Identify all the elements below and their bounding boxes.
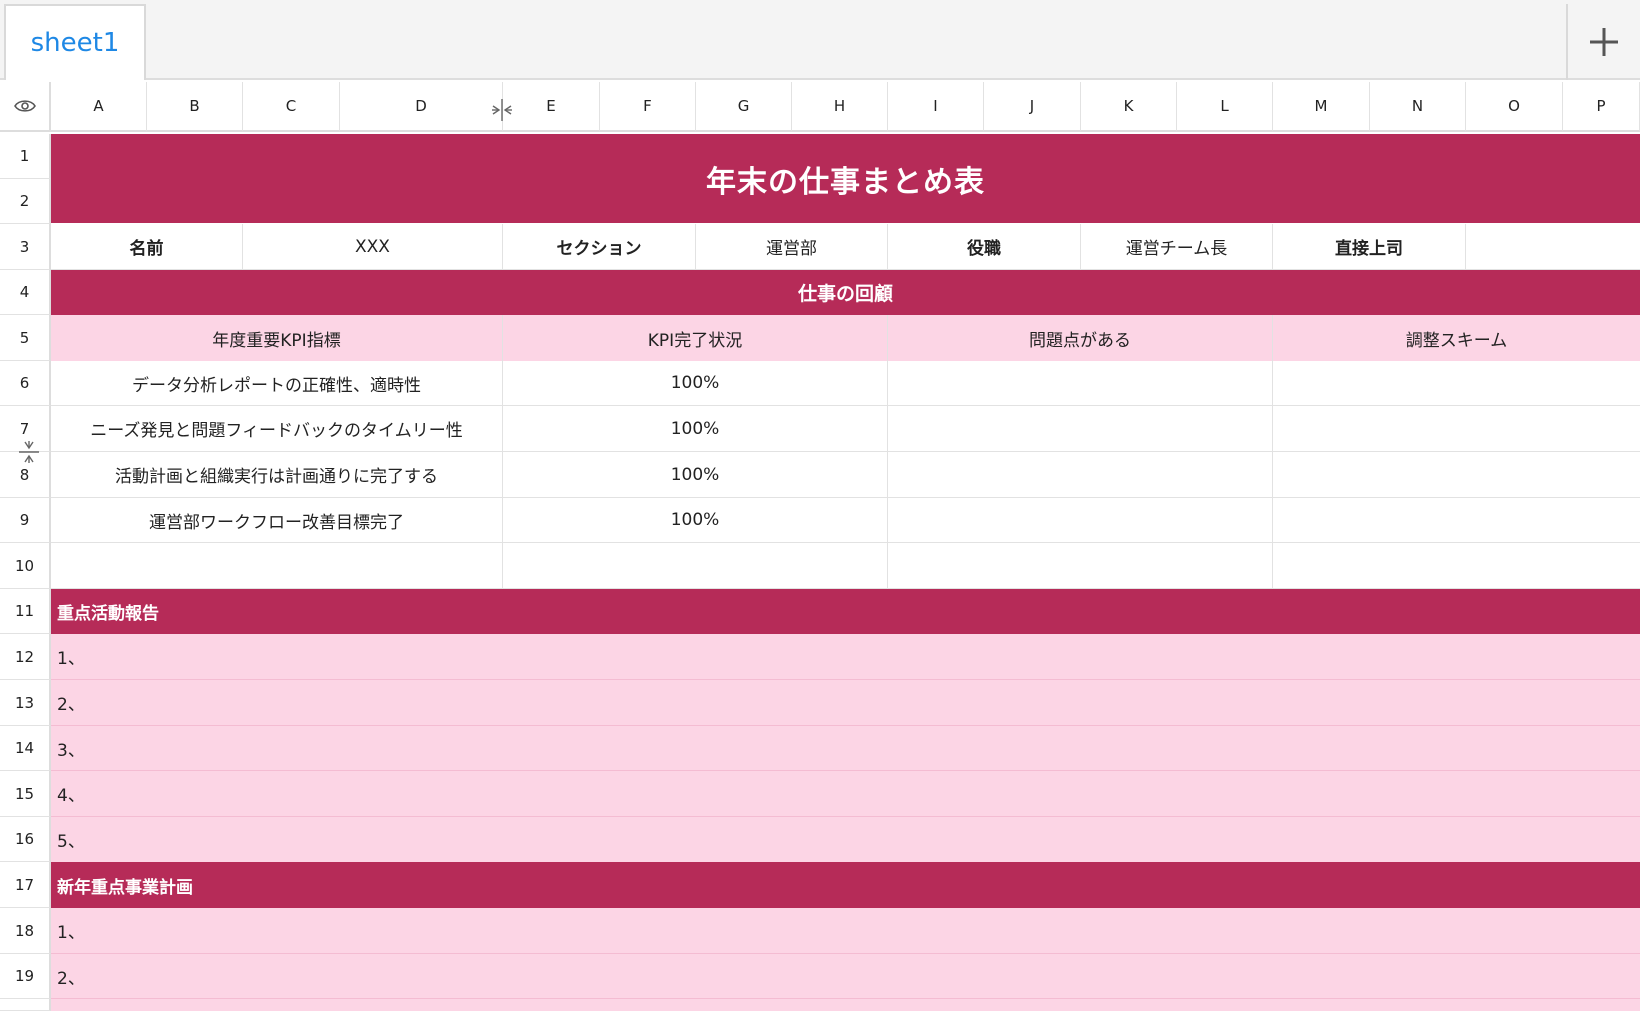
adjustment-cell[interactable] xyxy=(1273,361,1640,406)
activity-item[interactable]: 4、 xyxy=(51,771,1640,817)
kpi-cell[interactable]: ニーズ発見と問題フィードバックのタイムリー性 xyxy=(51,406,503,452)
plan-item[interactable]: 1、 xyxy=(51,908,1640,954)
boss-value-cell[interactable] xyxy=(1466,224,1640,270)
row-header-10[interactable]: 10 xyxy=(0,543,51,589)
kpi-status-cell[interactable]: 100% xyxy=(503,452,888,498)
row-header-18[interactable]: 18 xyxy=(0,908,51,954)
row-header-20[interactable] xyxy=(0,999,51,1011)
column-header-e[interactable]: E xyxy=(503,82,600,132)
column-header-o[interactable]: O xyxy=(1466,82,1563,132)
activity-item[interactable]: 2、 xyxy=(51,680,1640,726)
name-label-cell[interactable]: 名前 xyxy=(51,224,243,270)
issues-cell[interactable] xyxy=(888,498,1273,543)
adjustment-header-cell[interactable]: 調整スキーム xyxy=(1273,315,1640,361)
tab-sheet1[interactable]: sheet1 xyxy=(4,4,146,80)
row-header-15[interactable]: 15 xyxy=(0,771,51,817)
adjustment-cell[interactable] xyxy=(1273,406,1640,452)
kpi-cell[interactable]: 運営部ワークフロー改善目標完了 xyxy=(51,498,503,543)
position-value-cell[interactable]: 運営チーム長 xyxy=(1081,224,1273,270)
column-header-d[interactable]: D xyxy=(340,82,503,132)
column-header-k[interactable]: K xyxy=(1081,82,1177,132)
row-header-2[interactable]: 2 xyxy=(0,179,51,224)
name-value-cell[interactable]: XXX xyxy=(243,224,503,270)
row-header-12[interactable]: 12 xyxy=(0,634,51,680)
activity-item[interactable]: 3、 xyxy=(51,726,1640,771)
kpi-status-header-cell[interactable]: KPI完了状況 xyxy=(503,315,888,361)
column-header-h[interactable]: H xyxy=(792,82,888,132)
plus-icon xyxy=(1590,28,1618,56)
section-value-cell[interactable]: 運営部 xyxy=(696,224,888,270)
position-label-cell[interactable]: 役職 xyxy=(888,224,1081,270)
row-header-9[interactable]: 9 xyxy=(0,498,51,543)
adjustment-cell[interactable] xyxy=(1273,498,1640,543)
row-resize-icon[interactable] xyxy=(18,440,40,464)
activity-report-header[interactable]: 重点活動報告 xyxy=(51,589,1640,634)
plan-item-partial[interactable] xyxy=(51,999,1640,1011)
row-header-13[interactable]: 13 xyxy=(0,680,51,726)
column-header-c[interactable]: C xyxy=(243,82,340,132)
row-header-3[interactable]: 3 xyxy=(0,224,51,270)
new-year-plan-header[interactable]: 新年重点事業計画 xyxy=(51,862,1640,908)
column-header-m[interactable]: M xyxy=(1273,82,1370,132)
sheet-title[interactable]: 年末の仕事まとめ表 xyxy=(51,134,1640,224)
column-header-n[interactable]: N xyxy=(1370,82,1466,132)
row-header-4[interactable]: 4 xyxy=(0,270,51,315)
sheet-tab-bar xyxy=(0,0,1640,80)
kpi-status-cell[interactable]: 100% xyxy=(503,498,888,543)
issues-header-cell[interactable]: 問題点がある xyxy=(888,315,1273,361)
row-header-19[interactable]: 19 xyxy=(0,954,51,999)
activity-item[interactable]: 5、 xyxy=(51,817,1640,862)
row-header-1[interactable]: 1 xyxy=(0,134,51,179)
column-header-p[interactable]: P xyxy=(1563,82,1640,132)
review-section-header[interactable]: 仕事の回顧 xyxy=(51,270,1640,315)
kpi-status-cell[interactable]: 100% xyxy=(503,406,888,452)
kpi-cell[interactable]: 活動計画と組織実行は計画通りに完了する xyxy=(51,452,503,498)
row-header-16[interactable]: 16 xyxy=(0,817,51,862)
issues-cell[interactable] xyxy=(888,452,1273,498)
kpi-cell[interactable]: データ分析レポートの正確性、適時性 xyxy=(51,361,503,406)
issues-cell[interactable] xyxy=(888,406,1273,452)
kpi-status-cell[interactable] xyxy=(503,543,888,589)
plan-item[interactable]: 2、 xyxy=(51,954,1640,999)
section-label-cell[interactable]: セクション xyxy=(503,224,696,270)
boss-label-cell[interactable]: 直接上司 xyxy=(1273,224,1466,270)
kpi-header-cell[interactable]: 年度重要KPI指標 xyxy=(51,315,503,361)
kpi-status-cell[interactable]: 100% xyxy=(503,361,888,406)
column-header-i[interactable]: I xyxy=(888,82,984,132)
eye-icon xyxy=(13,100,36,112)
adjustment-cell[interactable] xyxy=(1273,452,1640,498)
issues-cell[interactable] xyxy=(888,543,1273,589)
column-header-b[interactable]: B xyxy=(147,82,243,132)
column-header-l[interactable]: L xyxy=(1177,82,1273,132)
row-header-5[interactable]: 5 xyxy=(0,315,51,361)
kpi-cell[interactable] xyxy=(51,543,503,589)
column-header-g[interactable]: G xyxy=(696,82,792,132)
activity-item[interactable]: 1、 xyxy=(51,634,1640,680)
column-header-j[interactable]: J xyxy=(984,82,1081,132)
row-header-6[interactable]: 6 xyxy=(0,361,51,406)
select-all-corner[interactable] xyxy=(0,82,51,132)
column-header-a[interactable]: A xyxy=(51,82,147,132)
row-header-17[interactable]: 17 xyxy=(0,862,51,908)
column-header-f[interactable]: F xyxy=(600,82,696,132)
column-resize-icon[interactable] xyxy=(491,98,513,122)
row-header-11[interactable]: 11 xyxy=(0,589,51,634)
adjustment-cell[interactable] xyxy=(1273,543,1640,589)
issues-cell[interactable] xyxy=(888,361,1273,406)
add-sheet-button[interactable] xyxy=(1568,4,1640,80)
row-header-14[interactable]: 14 xyxy=(0,726,51,771)
